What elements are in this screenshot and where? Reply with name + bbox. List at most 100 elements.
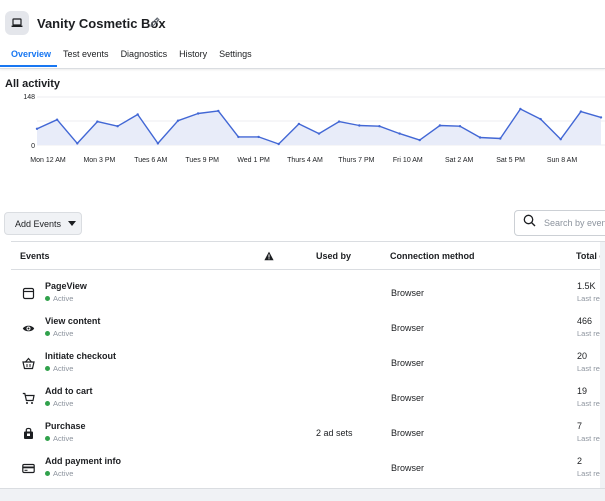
event-name: Add to cart bbox=[45, 386, 93, 396]
status-dot bbox=[45, 436, 50, 441]
activity-chart: 148 0 Mon 12 AM Mon 3 PM Tues 6 AM Tues 9 PM W… bbox=[23, 94, 605, 164]
total-events: 466 bbox=[577, 316, 593, 326]
status-badge: Active bbox=[45, 294, 73, 303]
header-connection-method[interactable]: Connection method bbox=[390, 251, 475, 261]
basket-icon bbox=[20, 355, 36, 371]
tab-test-events[interactable]: Test events bbox=[57, 47, 115, 67]
connection-method: Browser bbox=[391, 288, 425, 298]
eye-icon bbox=[20, 320, 36, 336]
table-row[interactable]: Add payment info Active Browser 2 Last r… bbox=[11, 451, 605, 486]
status-text: Active bbox=[53, 469, 74, 478]
x-tick-label: Thurs 7 PM bbox=[338, 157, 374, 164]
page-header: Vanity Cosmetic Box Overview Test events… bbox=[0, 0, 605, 69]
horizontal-scrollbar[interactable] bbox=[0, 488, 605, 501]
connection-method: Browser bbox=[391, 358, 425, 368]
shopping-bag-icon bbox=[20, 425, 36, 441]
tab-settings[interactable]: Settings bbox=[213, 47, 258, 67]
status-badge: Active bbox=[45, 469, 73, 478]
event-name: Add payment info bbox=[45, 456, 121, 466]
x-tick-label: Tues 9 PM bbox=[185, 157, 219, 164]
activity-point bbox=[156, 142, 160, 145]
status-text: Active bbox=[53, 399, 74, 408]
total-events: 19 bbox=[577, 386, 588, 396]
event-name: Initiate checkout bbox=[45, 351, 117, 361]
status-text: Active bbox=[53, 329, 74, 338]
laptop-icon bbox=[5, 11, 29, 35]
activity-point bbox=[337, 120, 341, 123]
horizontal-overflow-edge bbox=[600, 242, 605, 488]
activity-point bbox=[35, 127, 39, 130]
activity-point bbox=[519, 107, 522, 111]
status-dot bbox=[45, 331, 50, 336]
activity-title: All activity bbox=[5, 78, 61, 90]
activity-point bbox=[559, 138, 562, 141]
activity-point bbox=[257, 135, 260, 139]
event-name: PageView bbox=[45, 281, 87, 291]
connection-method: Browser bbox=[391, 463, 425, 473]
activity-point bbox=[55, 118, 59, 121]
y-tick-label: 148 bbox=[23, 94, 35, 101]
activity-point bbox=[76, 142, 79, 145]
activity-point bbox=[176, 119, 180, 122]
tab-overview[interactable]: Overview bbox=[0, 47, 58, 67]
warning-icon bbox=[264, 251, 274, 261]
caret-down-icon bbox=[68, 221, 77, 226]
x-tick-label: Sat 2 AM bbox=[445, 157, 474, 164]
activity-point bbox=[297, 122, 301, 126]
pencil-icon[interactable] bbox=[149, 15, 163, 29]
search-box[interactable] bbox=[514, 210, 605, 236]
connection-method: Browser bbox=[391, 393, 425, 403]
tab-bar: Overview Test events Diagnostics History… bbox=[0, 47, 258, 68]
x-tick-label: Mon 12 AM bbox=[30, 157, 66, 164]
table-row[interactable]: View content Active Browser 466 Last rec bbox=[11, 311, 605, 346]
activity-point bbox=[277, 142, 280, 146]
credit-card-icon bbox=[20, 460, 36, 476]
activity-point bbox=[196, 112, 200, 115]
activity-point bbox=[378, 125, 381, 128]
total-events: 7 bbox=[577, 421, 583, 431]
used-by[interactable]: 2 ad sets bbox=[316, 428, 353, 438]
header-used-by[interactable]: Used by bbox=[316, 251, 351, 261]
table-row[interactable]: Purchase Active 2 ad sets Browser 7 Last… bbox=[11, 416, 605, 451]
total-events: 2 bbox=[577, 456, 583, 466]
activity-point bbox=[438, 124, 442, 127]
activity-point bbox=[499, 137, 502, 140]
event-name: View content bbox=[45, 316, 101, 326]
table-row[interactable]: PageView Active Browser 1.5K Last rec bbox=[11, 276, 605, 311]
activity-point bbox=[217, 109, 220, 113]
header-events[interactable]: Events bbox=[20, 251, 50, 261]
activity-point bbox=[237, 135, 240, 139]
connection-method: Browser bbox=[391, 428, 425, 438]
x-tick-label: Fri 10 AM bbox=[393, 157, 423, 164]
x-tick-label: Mon 3 PM bbox=[83, 157, 115, 164]
activity-point bbox=[478, 136, 482, 139]
add-events-label: Add Events bbox=[15, 218, 62, 229]
y-tick-label: 0 bbox=[31, 143, 35, 150]
cart-icon bbox=[20, 390, 36, 406]
x-tick-label: Sun 8 AM bbox=[547, 157, 578, 164]
x-tick-label: Sat 5 PM bbox=[496, 157, 525, 164]
table-row[interactable]: Initiate checkout Active Browser 20 Last… bbox=[11, 346, 605, 381]
activity-point bbox=[358, 124, 361, 127]
event-name: Purchase bbox=[45, 421, 86, 431]
status-dot bbox=[45, 296, 50, 301]
tab-diagnostics[interactable]: Diagnostics bbox=[115, 47, 174, 67]
activity-point bbox=[317, 132, 321, 135]
activity-point bbox=[539, 117, 542, 121]
search-input[interactable] bbox=[542, 217, 605, 229]
activity-point bbox=[398, 132, 401, 135]
events-table: Events Used by Connection method Total e… bbox=[11, 241, 605, 489]
status-dot bbox=[45, 401, 50, 406]
status-dot bbox=[45, 471, 50, 476]
table-row[interactable]: Add to cart Active Browser 19 Last rec bbox=[11, 381, 605, 416]
status-badge: Active bbox=[45, 364, 73, 373]
status-badge: Active bbox=[45, 329, 73, 338]
activity-point bbox=[599, 116, 603, 119]
browser-window-icon bbox=[20, 285, 36, 301]
x-tick-label: Wed 1 PM bbox=[237, 157, 270, 164]
tab-history[interactable]: History bbox=[173, 47, 213, 67]
add-events-button[interactable]: Add Events bbox=[4, 212, 82, 235]
status-dot bbox=[45, 366, 50, 371]
total-events: 20 bbox=[577, 351, 588, 361]
activity-point bbox=[96, 120, 99, 123]
